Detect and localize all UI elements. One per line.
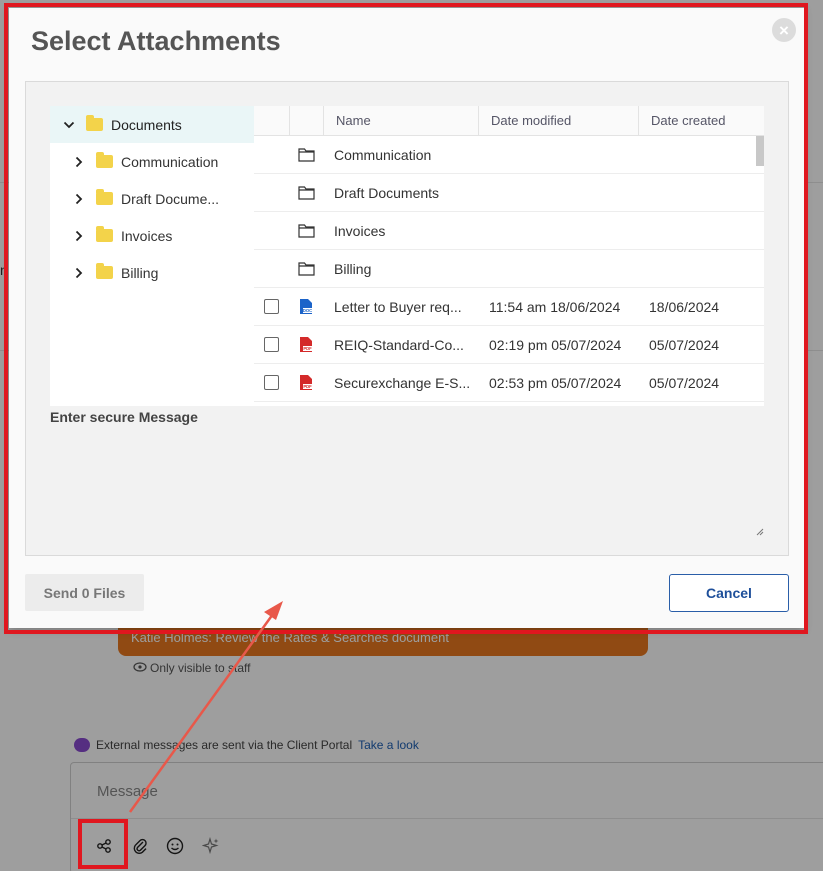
annotation-arrow <box>128 601 283 813</box>
